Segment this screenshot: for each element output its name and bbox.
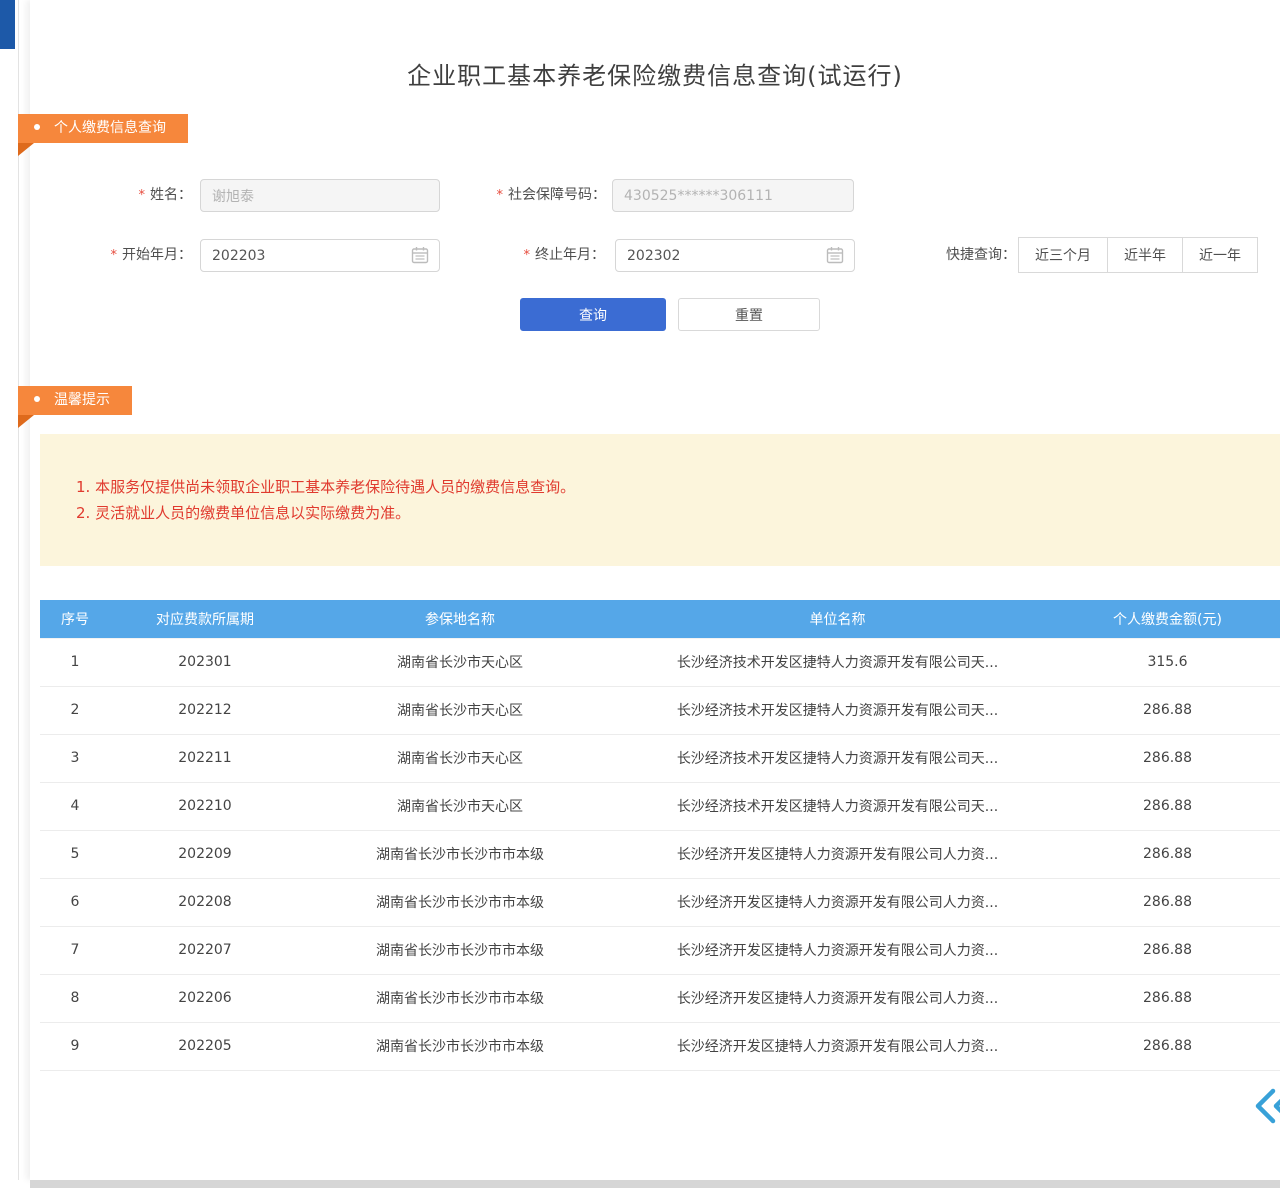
table-cell: 湖南省长沙市天心区: [300, 638, 620, 686]
table-row: 4202210湖南省长沙市天心区长沙经济技术开发区捷特人力资源开发有限公司天..…: [40, 782, 1280, 830]
table-cell: 湖南省长沙市天心区: [300, 734, 620, 782]
name-label: *姓名：: [58, 179, 192, 212]
calendar-icon[interactable]: [410, 245, 430, 265]
table-cell: 2: [40, 686, 110, 734]
ssn-input[interactable]: [612, 179, 854, 212]
calendar-icon[interactable]: [825, 245, 845, 265]
table-cell: 长沙经济开发区捷特人力资源开发有限公司人力资...: [620, 878, 1055, 926]
table-row: 2202212湖南省长沙市天心区长沙经济技术开发区捷特人力资源开发有限公司天..…: [40, 686, 1280, 734]
horizontal-scrollbar[interactable]: [30, 1180, 1280, 1188]
table-cell: 5: [40, 830, 110, 878]
table-row: 6202208湖南省长沙市长沙市市本级长沙经济开发区捷特人力资源开发有限公司人力…: [40, 878, 1280, 926]
table-cell: 202209: [110, 830, 300, 878]
table-cell: 长沙经济开发区捷特人力资源开发有限公司人力资...: [620, 974, 1055, 1022]
reset-button[interactable]: 重置: [678, 298, 820, 331]
table-cell: 湖南省长沙市长沙市市本级: [300, 878, 620, 926]
table-row: 9202205湖南省长沙市长沙市市本级长沙经济开发区捷特人力资源开发有限公司人力…: [40, 1022, 1280, 1070]
table-cell: 3: [40, 734, 110, 782]
payment-table-wrap: 序号对应费款所属期参保地名称单位名称个人缴费金额(元) 1202301湖南省长沙…: [40, 600, 1280, 1071]
section-badge-tips: 温馨提示: [18, 386, 132, 415]
required-asterisk: *: [111, 248, 118, 263]
table-cell: 286.88: [1055, 1022, 1280, 1070]
name-input[interactable]: [200, 179, 440, 212]
double-chevron-left-icon[interactable]: [1253, 1086, 1280, 1126]
table-cell: 4: [40, 782, 110, 830]
table-cell: 202301: [110, 638, 300, 686]
table-cell: 286.88: [1055, 926, 1280, 974]
end-month-label: *终止年月：: [455, 239, 605, 272]
table-cell: 湖南省长沙市长沙市市本级: [300, 926, 620, 974]
table-cell: 长沙经济技术开发区捷特人力资源开发有限公司天...: [620, 782, 1055, 830]
table-cell: 286.88: [1055, 830, 1280, 878]
table-cell: 长沙经济技术开发区捷特人力资源开发有限公司天...: [620, 686, 1055, 734]
table-cell: 长沙经济技术开发区捷特人力资源开发有限公司天...: [620, 734, 1055, 782]
page-title: 企业职工基本养老保险缴费信息查询(试运行): [30, 56, 1280, 91]
table-cell: 7: [40, 926, 110, 974]
notice-line: 2. 灵活就业人员的缴费单位信息以实际缴费为准。: [76, 500, 1260, 526]
table-header-cell: 对应费款所属期: [110, 600, 300, 638]
quick-range-button[interactable]: 近一年: [1182, 237, 1258, 273]
table-cell: 长沙经济技术开发区捷特人力资源开发有限公司天...: [620, 638, 1055, 686]
table-cell: 286.88: [1055, 878, 1280, 926]
table-row: 5202209湖南省长沙市长沙市市本级长沙经济开发区捷特人力资源开发有限公司人力…: [40, 830, 1280, 878]
page: 企业职工基本养老保险缴费信息查询(试运行) 个人缴费信息查询 *姓名： *社会保…: [0, 0, 1280, 1188]
table-header-cell: 序号: [40, 600, 110, 638]
quick-range-button[interactable]: 近半年: [1107, 237, 1183, 273]
quick-range-button[interactable]: 近三个月: [1018, 237, 1108, 273]
required-asterisk: *: [524, 248, 531, 263]
table-cell: 286.88: [1055, 974, 1280, 1022]
section-badge-label: 温馨提示: [54, 392, 110, 408]
section-badge-personal-payment-query: 个人缴费信息查询: [18, 114, 188, 143]
table-row: 1202301湖南省长沙市天心区长沙经济技术开发区捷特人力资源开发有限公司天..…: [40, 638, 1280, 686]
required-asterisk: *: [497, 188, 504, 203]
left-divider: [18, 0, 19, 1180]
table-cell: 湖南省长沙市长沙市市本级: [300, 830, 620, 878]
sidebar-corner-block: [0, 0, 15, 49]
table-cell: 202207: [110, 926, 300, 974]
bullet-icon: [34, 396, 40, 402]
table-cell: 202210: [110, 782, 300, 830]
table-cell: 湖南省长沙市长沙市市本级: [300, 974, 620, 1022]
table-cell: 202206: [110, 974, 300, 1022]
table-cell: 湖南省长沙市天心区: [300, 686, 620, 734]
table-cell: 8: [40, 974, 110, 1022]
notice-line: 1. 本服务仅提供尚未领取企业职工基本养老保险待遇人员的缴费信息查询。: [76, 474, 1260, 500]
table-cell: 6: [40, 878, 110, 926]
section-badge-label: 个人缴费信息查询: [54, 120, 166, 136]
table-header-cell: 单位名称: [620, 600, 1055, 638]
table-cell: 286.88: [1055, 782, 1280, 830]
ssn-label: *社会保障号码：: [440, 179, 606, 212]
payment-table: 序号对应费款所属期参保地名称单位名称个人缴费金额(元) 1202301湖南省长沙…: [40, 600, 1280, 1071]
table-cell: 湖南省长沙市长沙市市本级: [300, 1022, 620, 1070]
notice-box: 1. 本服务仅提供尚未领取企业职工基本养老保险待遇人员的缴费信息查询。2. 灵活…: [40, 434, 1280, 566]
table-cell: 长沙经济开发区捷特人力资源开发有限公司人力资...: [620, 926, 1055, 974]
quick-query-label: 快捷查询：: [928, 237, 1016, 273]
table-cell: 1: [40, 638, 110, 686]
table-header-cell: 参保地名称: [300, 600, 620, 638]
table-cell: 9: [40, 1022, 110, 1070]
bullet-icon: [34, 124, 40, 130]
table-header-cell: 个人缴费金额(元): [1055, 600, 1280, 638]
quick-range-group: 近三个月近半年近一年: [1018, 237, 1258, 273]
start-month-input[interactable]: [200, 239, 440, 272]
table-row: 8202206湖南省长沙市长沙市市本级长沙经济开发区捷特人力资源开发有限公司人力…: [40, 974, 1280, 1022]
table-cell: 长沙经济开发区捷特人力资源开发有限公司人力资...: [620, 1022, 1055, 1070]
table-row: 7202207湖南省长沙市长沙市市本级长沙经济开发区捷特人力资源开发有限公司人力…: [40, 926, 1280, 974]
required-asterisk: *: [139, 188, 146, 203]
table-cell: 202208: [110, 878, 300, 926]
table-header-row: 序号对应费款所属期参保地名称单位名称个人缴费金额(元): [40, 600, 1280, 638]
end-month-input[interactable]: [615, 239, 855, 272]
query-button[interactable]: 查询: [520, 298, 666, 331]
table-cell: 长沙经济开发区捷特人力资源开发有限公司人力资...: [620, 830, 1055, 878]
table-cell: 202205: [110, 1022, 300, 1070]
table-cell: 202211: [110, 734, 300, 782]
start-month-label: *开始年月：: [58, 239, 192, 272]
table-row: 3202211湖南省长沙市天心区长沙经济技术开发区捷特人力资源开发有限公司天..…: [40, 734, 1280, 782]
table-cell: 湖南省长沙市天心区: [300, 782, 620, 830]
table-cell: 202212: [110, 686, 300, 734]
table-cell: 286.88: [1055, 686, 1280, 734]
table-cell: 315.6: [1055, 638, 1280, 686]
table-cell: 286.88: [1055, 734, 1280, 782]
